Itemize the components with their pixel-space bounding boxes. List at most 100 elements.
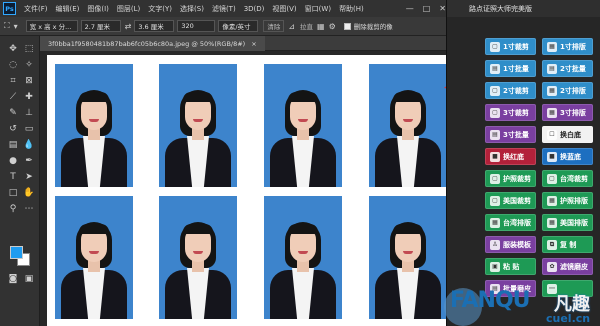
- plugin-button[interactable]: ▦ 护照排版: [542, 192, 593, 209]
- plugin-button[interactable]: ▤ 1寸批量: [485, 60, 536, 77]
- plugin-button[interactable]: ▤ 3寸批量: [485, 126, 536, 143]
- straighten-button[interactable]: 拉直: [300, 21, 313, 31]
- brand-watermark: FANQU 凡趣 cuel.cn: [444, 286, 600, 326]
- panel-title: 路点证照大师完美版: [447, 0, 600, 17]
- close-icon[interactable]: ✕: [439, 4, 446, 13]
- mouth: [193, 119, 203, 122]
- plugin-button[interactable]: ▦ 1寸排版: [542, 38, 593, 55]
- plugin-button-label: 3寸裁剪: [503, 108, 529, 117]
- healing-brush-tool-icon[interactable]: ✚: [22, 90, 36, 104]
- blur-tool-icon[interactable]: 💧: [22, 138, 36, 152]
- menu-view[interactable]: 视图(V): [268, 4, 300, 14]
- menu-filter[interactable]: 滤镜(T): [208, 4, 240, 14]
- plugin-button[interactable]: ▦ 2寸排版: [542, 82, 593, 99]
- photo-sheet[interactable]: [47, 55, 447, 326]
- canvas-area[interactable]: [40, 51, 447, 326]
- foreground-color-swatch[interactable]: [10, 246, 23, 259]
- ratio-select[interactable]: 宽 x 高 x 分...: [25, 20, 78, 32]
- gradient-tool-icon[interactable]: ▤: [6, 138, 20, 152]
- straighten-icon[interactable]: ⊿: [288, 22, 295, 31]
- plugin-button-label: 1寸排版: [560, 42, 586, 51]
- delete-cropped-checkbox[interactable]: [343, 22, 351, 30]
- eyedropper-tool-icon[interactable]: ⟋: [6, 90, 20, 104]
- menu-help[interactable]: 帮助(H): [335, 4, 368, 14]
- hand-tool-icon[interactable]: ✋: [22, 186, 36, 200]
- mouth: [89, 251, 99, 254]
- magic-wand-tool-icon[interactable]: ✧: [22, 58, 36, 72]
- plugin-button-label: 滤镜磨皮: [560, 262, 588, 271]
- plugin-button[interactable]: ▦ 美国排版: [542, 214, 593, 231]
- pen-tool-icon[interactable]: ✒: [22, 154, 36, 168]
- crop-tool-icon[interactable]: ⌗: [6, 74, 20, 88]
- menu-image[interactable]: 图像(I): [83, 4, 113, 14]
- mouth: [403, 119, 413, 122]
- plugin-button-label: 2寸裁剪: [503, 86, 529, 95]
- more-tools-icon[interactable]: ⋯: [22, 202, 36, 216]
- chevron-down-icon[interactable]: ▾: [14, 22, 18, 31]
- resolution-field[interactable]: 320: [177, 20, 216, 32]
- resolution-unit-select[interactable]: 像素/英寸: [218, 20, 259, 32]
- batch-icon: ▤: [547, 63, 557, 74]
- tools-panel: ✥ ⬚ ◌ ✧ ⌗ ⊠ ⟋ ✚ ✎ ⊥ ↺ ▭ ▤ 💧 ● ✒ T ➤ □ ✋ …: [0, 36, 40, 326]
- stamp-tool-icon[interactable]: ⊥: [22, 106, 36, 120]
- plugin-button[interactable]: ▢ 台湾裁剪: [542, 170, 593, 187]
- copy-icon: ⧉: [547, 239, 557, 250]
- move-tool-icon[interactable]: ✥: [6, 42, 20, 56]
- menu-file[interactable]: 文件(F): [20, 4, 52, 14]
- plugin-button[interactable]: ▦ 台湾排版: [485, 214, 536, 231]
- crop-tool-icon[interactable]: ⛶: [4, 21, 10, 31]
- dodge-tool-icon[interactable]: ●: [6, 154, 20, 168]
- close-tab-icon[interactable]: ×: [251, 40, 256, 48]
- plugin-button-label: 台湾排版: [503, 218, 531, 227]
- overlay-grid-icon[interactable]: ▦: [317, 22, 325, 31]
- plugin-button[interactable]: ▤ 2寸批量: [542, 60, 593, 77]
- mouth: [193, 251, 203, 254]
- frame-tool-icon[interactable]: ⊠: [22, 74, 36, 88]
- menu-select[interactable]: 选择(S): [176, 4, 208, 14]
- plugin-button[interactable]: ▢ 1寸裁剪: [485, 38, 536, 55]
- gear-icon[interactable]: ⚙: [329, 22, 336, 31]
- id-photo: [264, 64, 342, 187]
- plugin-button[interactable]: ▦ 3寸排版: [542, 104, 593, 121]
- screen-mode-icon[interactable]: ▣: [22, 272, 36, 286]
- width-field[interactable]: 2.7 厘米: [80, 20, 121, 32]
- plugin-button[interactable]: ▢ 护照裁剪: [485, 170, 536, 187]
- minimize-icon[interactable]: —: [406, 4, 414, 13]
- lasso-tool-icon[interactable]: ◌: [6, 58, 20, 72]
- menu-layer[interactable]: 图层(L): [113, 4, 144, 14]
- zoom-tool-icon[interactable]: ⚲: [6, 202, 20, 216]
- maximize-icon[interactable]: □: [423, 4, 431, 13]
- id-photo: [55, 64, 133, 187]
- plugin-button[interactable]: ■ 换蓝底: [542, 148, 593, 165]
- menu-edit[interactable]: 编辑(E): [52, 4, 84, 14]
- brush-tool-icon[interactable]: ✎: [6, 106, 20, 120]
- height-field[interactable]: 3.6 厘米: [134, 20, 175, 32]
- plugin-button[interactable]: ■ 换红底: [485, 148, 536, 165]
- menu-window[interactable]: 窗口(W): [301, 4, 335, 14]
- plugin-button-label: 护照裁剪: [503, 174, 531, 183]
- shape-tool-icon[interactable]: □: [6, 186, 20, 200]
- plugin-button[interactable]: ✿ 滤镜磨皮: [542, 258, 593, 275]
- menu-3d[interactable]: 3D(D): [240, 5, 269, 13]
- menu-type[interactable]: 文字(Y): [144, 4, 176, 14]
- plugin-button-label: 2寸批量: [560, 64, 586, 73]
- marquee-tool-icon[interactable]: ⬚: [22, 42, 36, 56]
- plugin-button[interactable]: ♙ 服装模板: [485, 236, 536, 253]
- watermark-domain: cuel.cn: [546, 312, 591, 325]
- crop-icon: ▢: [490, 41, 500, 52]
- document-tab[interactable]: 3f0bba1f9580481b87bab6fc05b6c80a.jpeg @ …: [40, 36, 265, 51]
- plugin-button[interactable]: ☐ 换白底: [542, 126, 593, 143]
- plugin-button[interactable]: ⧉ 复 制: [542, 236, 593, 253]
- path-selection-tool-icon[interactable]: ➤: [22, 170, 36, 184]
- clear-button[interactable]: 清除: [263, 20, 285, 32]
- batch-icon: ▤: [490, 63, 500, 74]
- quick-mask-icon[interactable]: ◙: [6, 272, 20, 286]
- plugin-button[interactable]: ▢ 3寸裁剪: [485, 104, 536, 121]
- plugin-button[interactable]: ▢ 2寸裁剪: [485, 82, 536, 99]
- history-brush-tool-icon[interactable]: ↺: [6, 122, 20, 136]
- eraser-tool-icon[interactable]: ▭: [22, 122, 36, 136]
- plugin-button[interactable]: ▢ 美国裁剪: [485, 192, 536, 209]
- plugin-button[interactable]: ▣ 粘 贴: [485, 258, 536, 275]
- swap-icon[interactable]: ⇄: [125, 22, 132, 31]
- type-tool-icon[interactable]: T: [6, 170, 20, 184]
